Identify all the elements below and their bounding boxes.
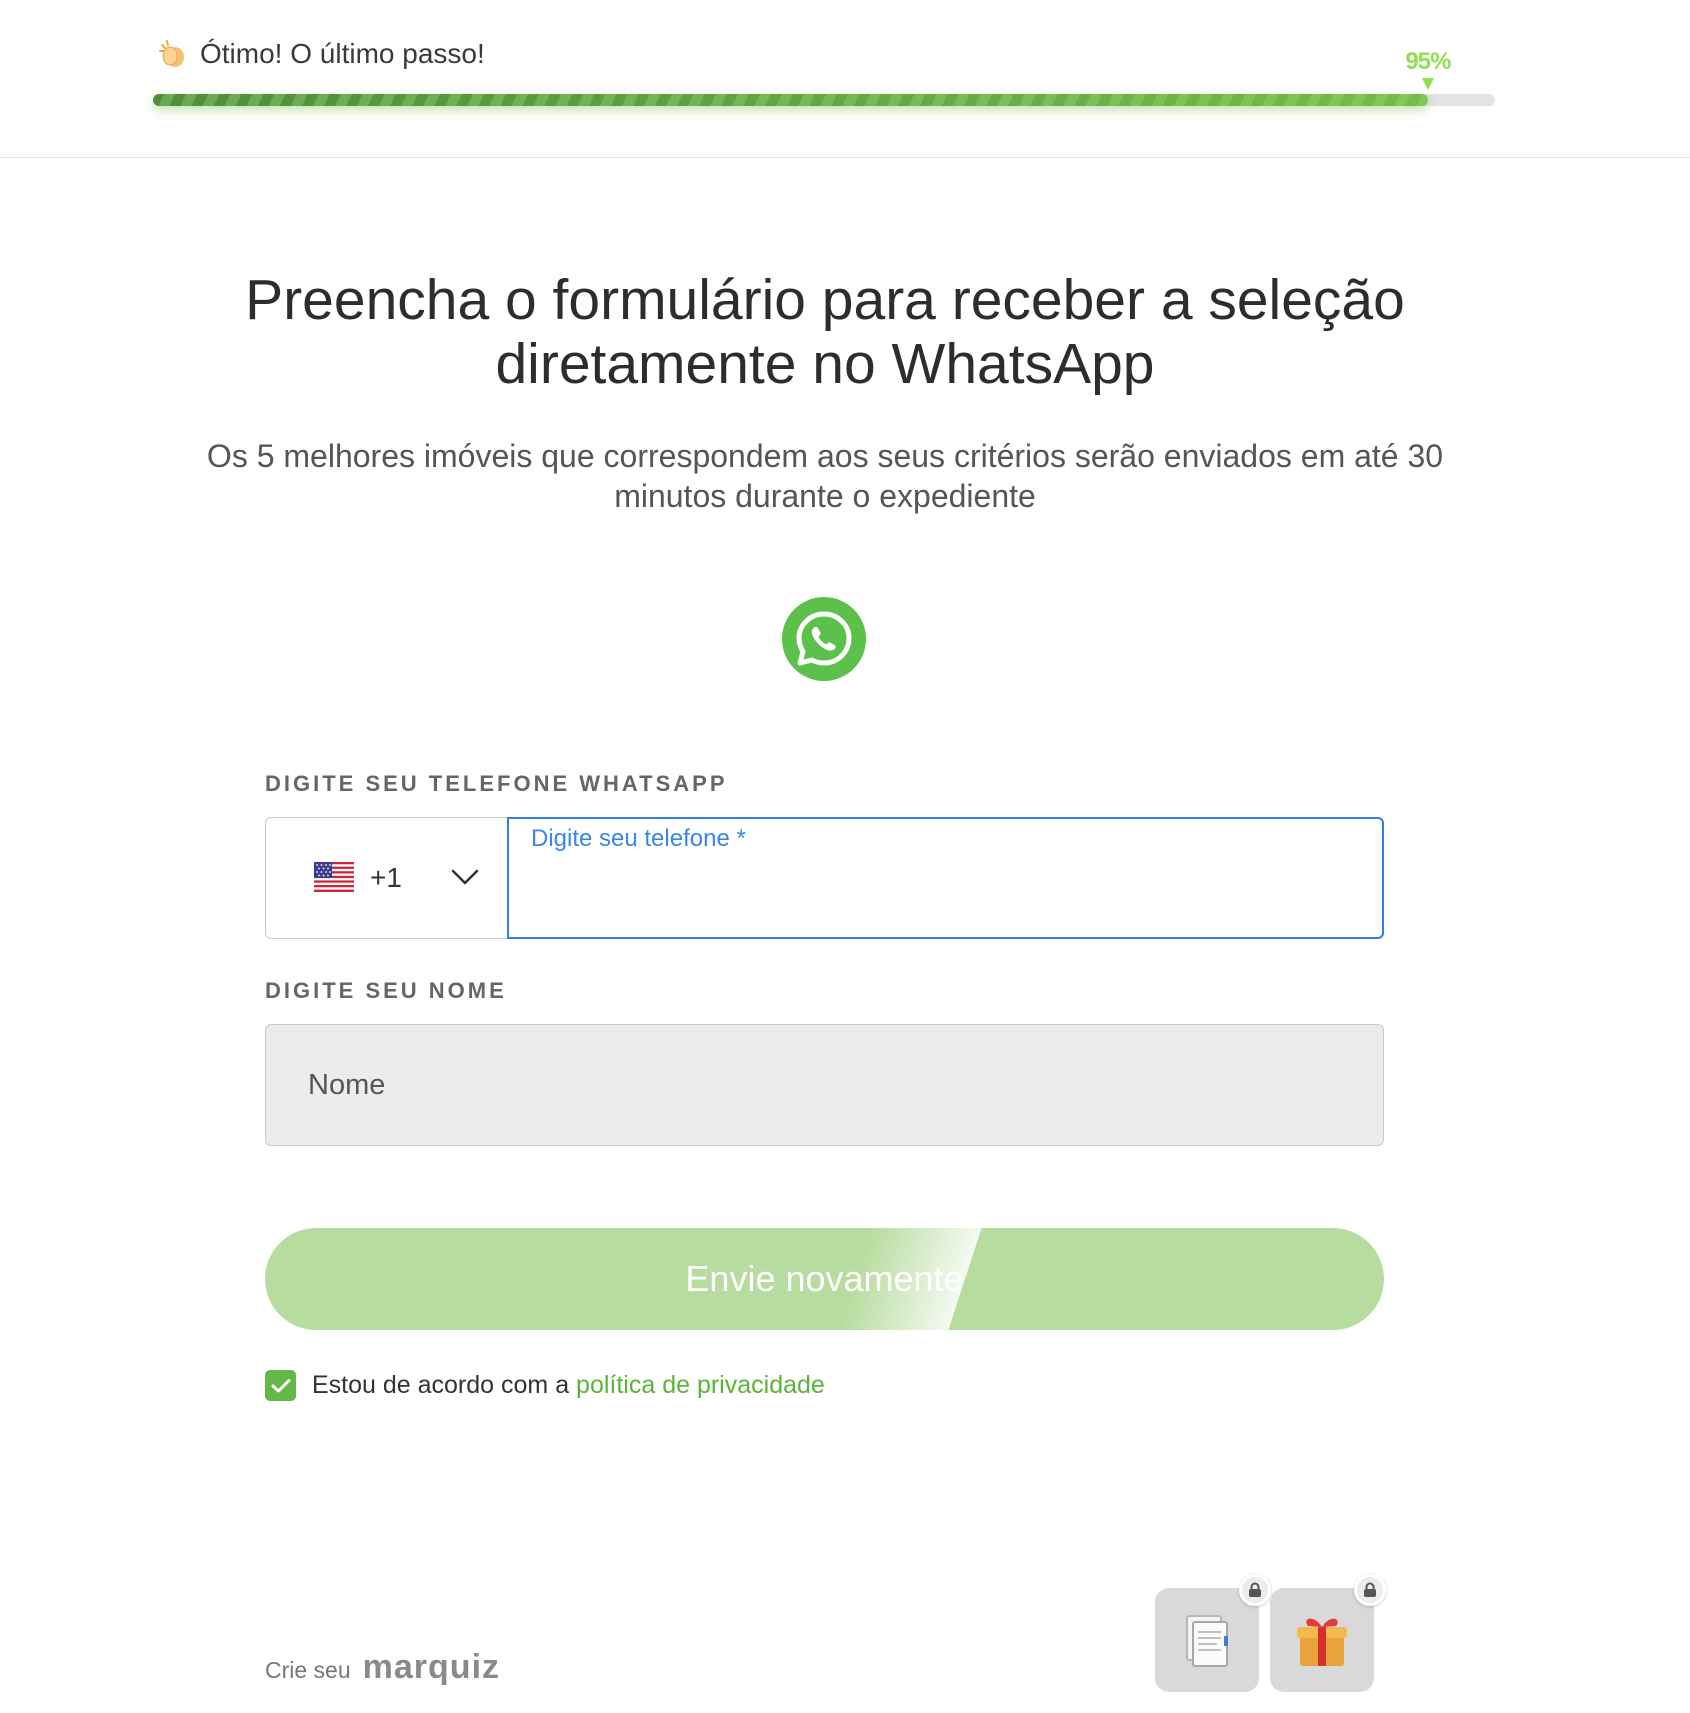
gift-icon: [1297, 1618, 1347, 1666]
consent-row: Estou de acordo com a política de privac…: [265, 1370, 825, 1401]
whatsapp-icon: [782, 597, 866, 681]
name-label: DIGITE SEU NOME: [265, 978, 507, 1003]
step-label: Ótimo! O último passo!: [158, 38, 485, 70]
progress-pointer-icon: [1421, 78, 1434, 90]
phone-field-group: +1 Digite seu telefone *: [265, 817, 1384, 939]
progress-header: Ótimo! O último passo! 95%: [0, 0, 1690, 158]
bonus-gift[interactable]: [1270, 1574, 1386, 1692]
phone-floating-label: Digite seu telefone *: [531, 825, 746, 852]
lock-icon: [1239, 1574, 1271, 1606]
country-code-select[interactable]: +1: [265, 817, 510, 939]
progress-fill: [153, 94, 1428, 106]
phone-input-container: Digite seu telefone *: [507, 817, 1384, 939]
progress-percentage: 95%: [1405, 48, 1451, 75]
privacy-policy-link[interactable]: política de privacidade: [576, 1371, 825, 1399]
footer-brand[interactable]: Crie seu marquiz: [265, 1648, 500, 1687]
submit-button[interactable]: Envie novamente: [265, 1228, 1384, 1330]
name-input[interactable]: [265, 1024, 1384, 1146]
consent-text: Estou de acordo com a política de privac…: [312, 1371, 825, 1399]
dial-code: +1: [370, 862, 402, 893]
document-icon: [1186, 1615, 1228, 1667]
lock-icon: [1354, 1574, 1386, 1606]
phone-input[interactable]: [529, 873, 1349, 923]
progress-track: [153, 94, 1495, 106]
step-text: Ótimo! O último passo!: [200, 38, 485, 69]
us-flag-icon: [314, 862, 354, 892]
consent-checkbox[interactable]: [265, 1370, 296, 1401]
chevron-down-icon: [451, 869, 479, 885]
page-title: Preencha o formulário para receber a sel…: [245, 268, 1405, 396]
checkmark-icon: [271, 1378, 290, 1392]
submit-button-label: Envie novamente: [685, 1258, 964, 1299]
marquiz-logo: marquiz: [362, 1648, 501, 1686]
clapping-hands-icon: [159, 40, 184, 67]
phone-label: DIGITE SEU TELEFONE WHATSAPP: [265, 771, 728, 796]
bonus-document[interactable]: [1155, 1574, 1271, 1692]
page-subtitle: Os 5 melhores imóveis que correspondem a…: [206, 438, 1444, 514]
footer-crie-text: Crie seu: [265, 1657, 351, 1683]
